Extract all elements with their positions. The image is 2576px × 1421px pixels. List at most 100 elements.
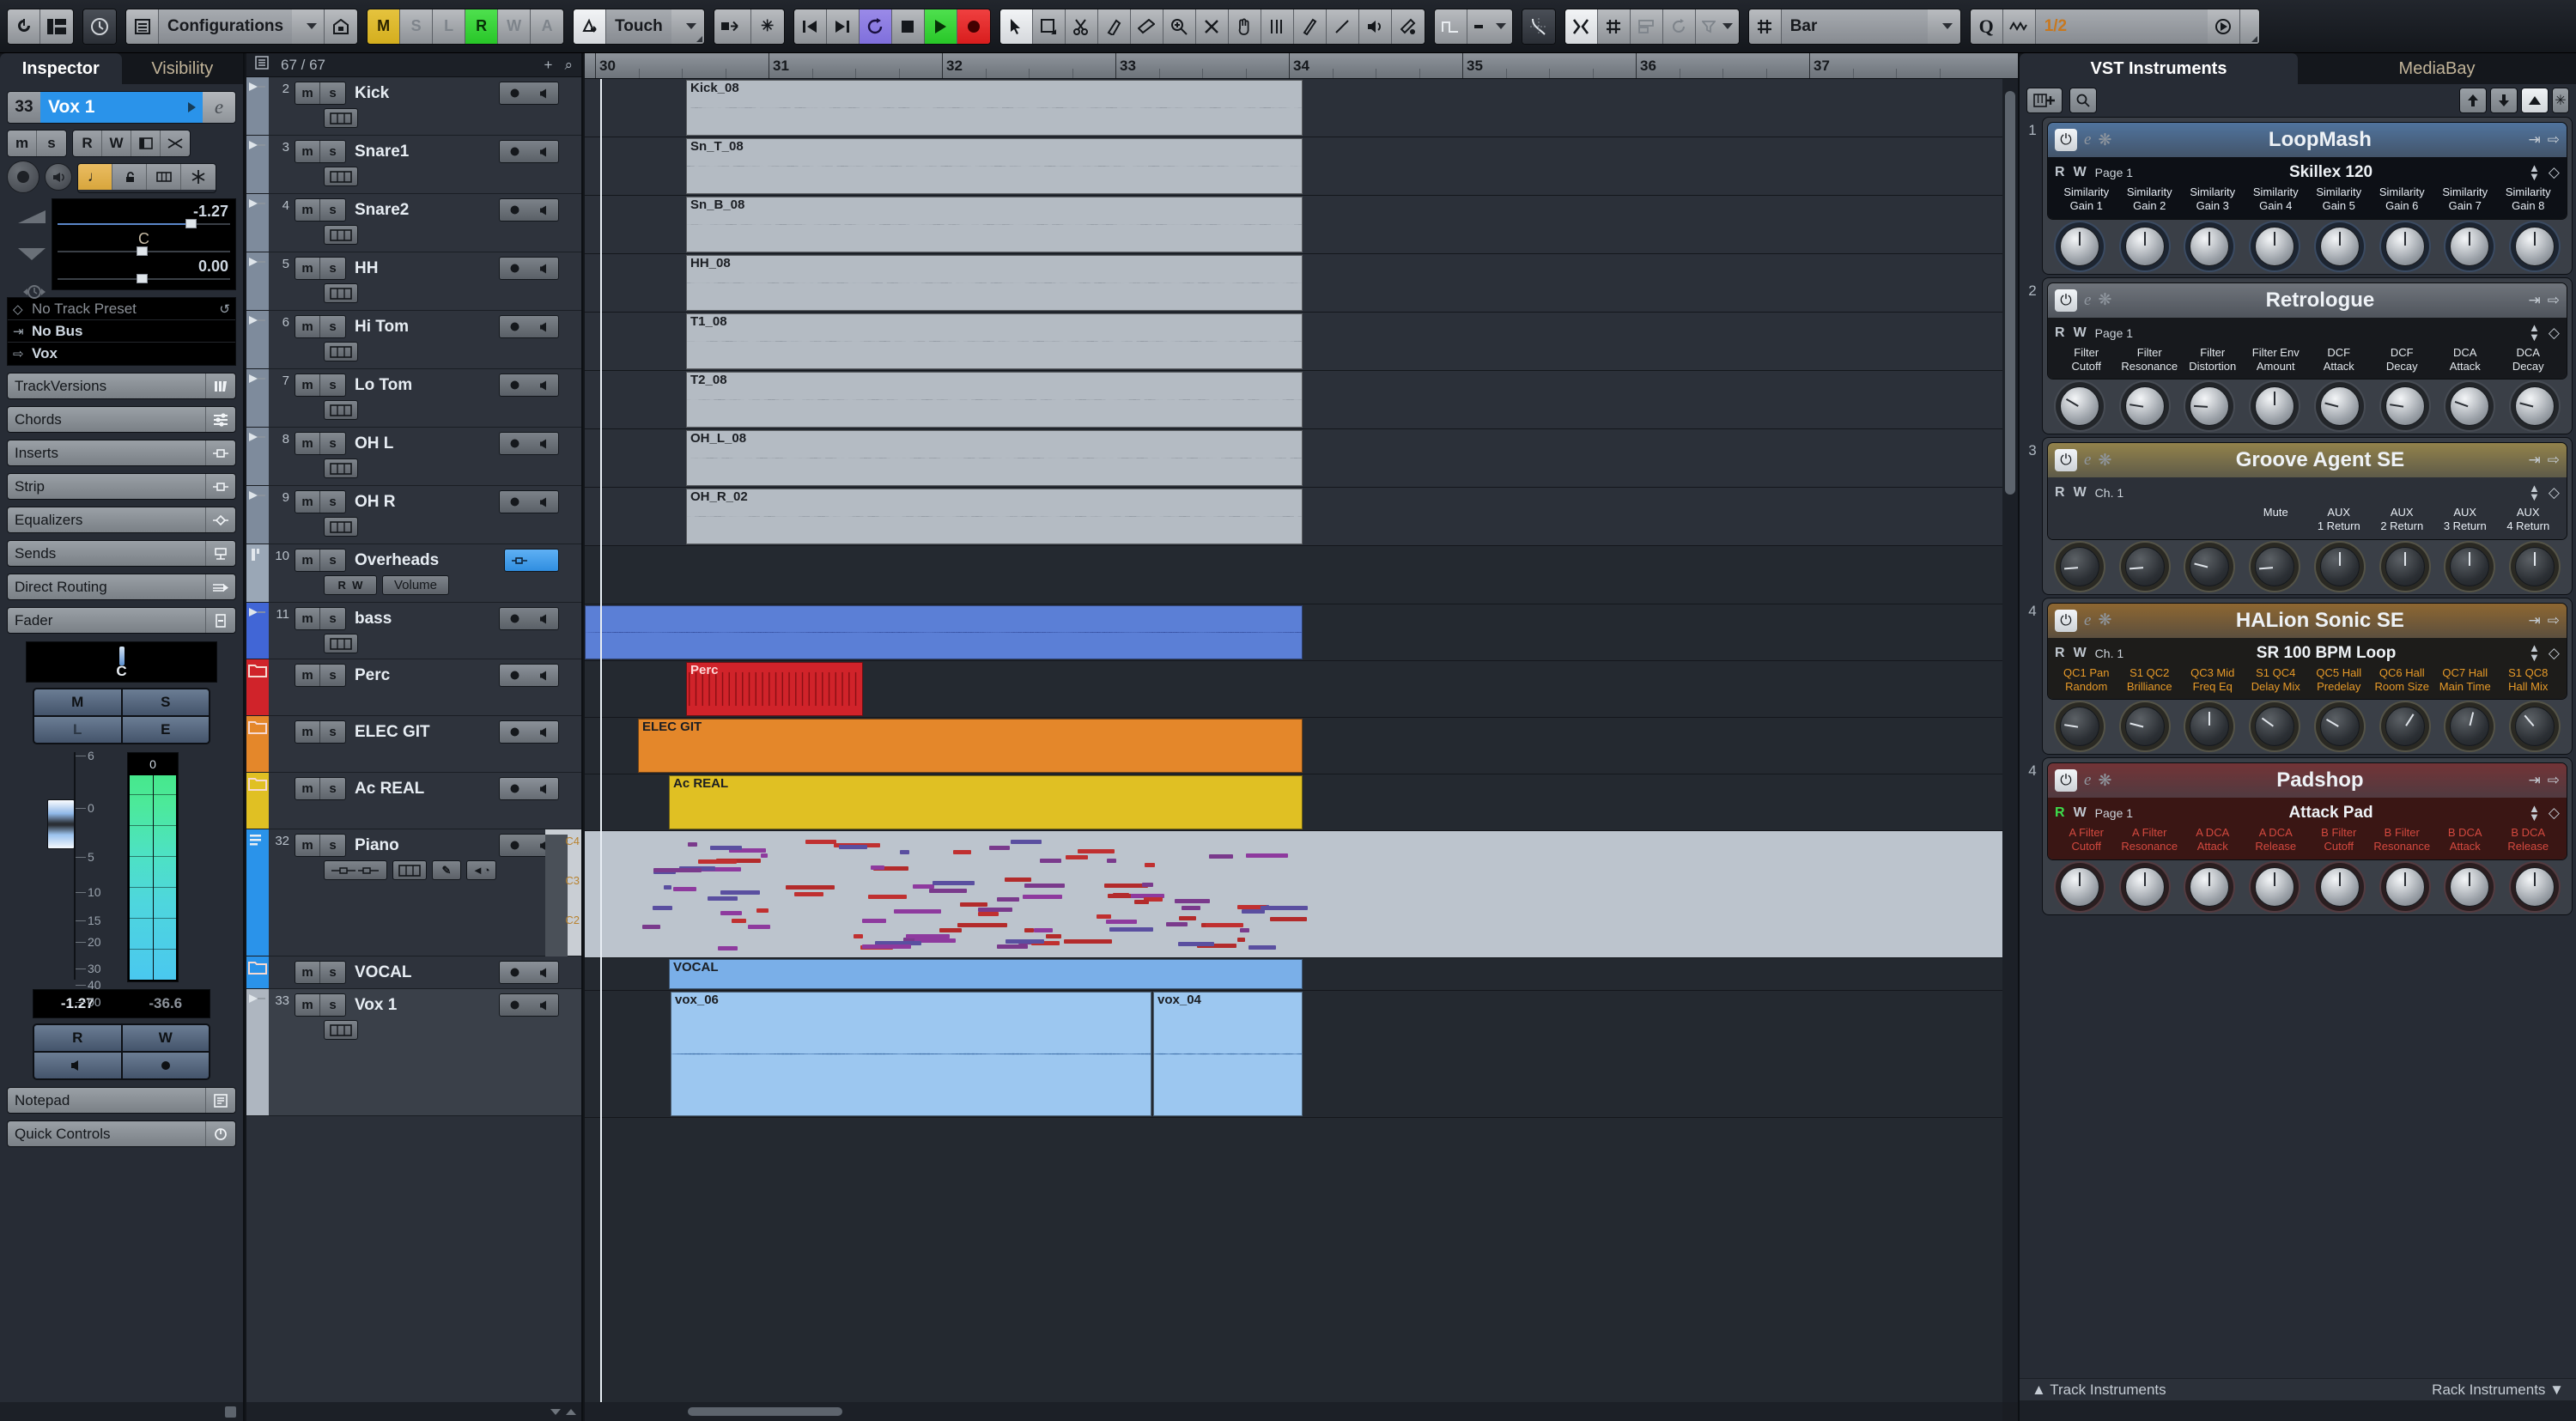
record-enable-icon[interactable] <box>500 433 529 454</box>
preset-updown-icon[interactable]: ▲ ▼ <box>2529 164 2540 182</box>
timeline-ruler[interactable]: 30 31 32 33 34 35 36 37 <box>585 53 2018 79</box>
glue-tool-icon[interactable] <box>1098 9 1131 44</box>
track-monitor-group[interactable] <box>499 315 559 338</box>
plugin-page-label[interactable]: Page 1 <box>2095 326 2133 340</box>
auto-mode-s[interactable]: S <box>400 9 433 44</box>
preset-updown-icon[interactable]: ▲ ▼ <box>2529 805 2540 823</box>
touch-mode-dropdown-icon[interactable] <box>671 9 704 44</box>
monitor-icon[interactable] <box>529 778 558 799</box>
output-routing-icon[interactable]: ⇨ <box>2548 772 2560 789</box>
move-up-icon[interactable] <box>2459 88 2487 113</box>
midi-note[interactable] <box>1046 934 1061 938</box>
comp-tool-icon[interactable] <box>1261 9 1294 44</box>
midi-note[interactable] <box>1107 859 1116 863</box>
snap-type-dropdown-icon[interactable] <box>1928 9 1960 44</box>
step-curve-icon[interactable] <box>1435 9 1467 44</box>
range-selection-tool-icon[interactable] <box>1033 9 1066 44</box>
monitor-icon[interactable] <box>529 608 558 629</box>
audio-clip[interactable]: VOCAL <box>669 959 1303 989</box>
crosshair-cursor-icon[interactable] <box>1522 9 1555 44</box>
track-color-strip[interactable] <box>246 773 269 829</box>
track-instruments-toggle[interactable]: ▲ Track Instruments <box>2032 1382 2166 1399</box>
midi-note[interactable] <box>1237 938 1245 942</box>
automation-parameter[interactable]: Volume <box>382 575 449 595</box>
track-monitor-group[interactable] <box>499 664 559 687</box>
parameter-knob[interactable] <box>2125 547 2165 586</box>
auto-mode-w[interactable]: W <box>498 9 531 44</box>
track-name[interactable]: Kick <box>351 84 389 103</box>
plugin-read-button[interactable]: R <box>2055 325 2065 341</box>
record-enable-icon[interactable] <box>500 82 529 104</box>
automation-punch-icon[interactable] <box>574 9 606 44</box>
arrange-horizontal-scrollbar[interactable] <box>585 1402 2002 1421</box>
preset-updown-icon[interactable]: ▲ ▼ <box>2529 324 2540 342</box>
track-name[interactable]: Snare1 <box>351 143 409 161</box>
record-enable-icon[interactable] <box>500 141 529 162</box>
read-automation-button[interactable]: R <box>73 131 102 156</box>
midi-note[interactable] <box>642 925 659 929</box>
rack-settings-icon[interactable]: ✳ <box>2552 88 2569 113</box>
write-automation-button[interactable]: W <box>102 131 131 156</box>
arrange-lane[interactable]: OH_R_02 <box>585 488 2002 546</box>
track-lanes-icon[interactable] <box>324 634 358 653</box>
monitor-icon[interactable] <box>529 994 558 1016</box>
midi-note[interactable] <box>1024 884 1064 888</box>
section-strip[interactable]: Strip <box>7 473 236 500</box>
parameter-knob[interactable] <box>2515 227 2555 266</box>
midi-note[interactable] <box>1106 920 1136 924</box>
parameter-knob[interactable] <box>2255 707 2294 746</box>
mute-tool-icon[interactable] <box>1196 9 1229 44</box>
midi-note[interactable] <box>978 912 999 916</box>
audio-clip[interactable]: OH_R_02 <box>686 489 1303 544</box>
parameter-knob[interactable] <box>2255 227 2294 266</box>
preset-browse-icon[interactable]: ◇ <box>2549 805 2560 822</box>
reset-preset-icon[interactable]: ↺ <box>219 301 230 317</box>
phase-invert-button[interactable] <box>161 131 190 156</box>
fader-solo-button[interactable]: S <box>123 689 210 715</box>
track-mute-button[interactable]: m <box>295 962 320 983</box>
track-mute-button[interactable]: m <box>295 82 320 104</box>
play-tool-icon[interactable] <box>1359 9 1392 44</box>
track-mute-button[interactable]: m <box>295 665 320 686</box>
record-enable-icon[interactable] <box>500 835 529 856</box>
plugin-write-button[interactable]: W <box>2074 325 2087 341</box>
track-solo-button[interactable]: s <box>320 316 345 337</box>
midi-note[interactable] <box>868 895 906 899</box>
track-color-strip[interactable] <box>246 136 269 193</box>
track-name[interactable]: ELEC GIT <box>351 723 430 742</box>
track-color-strip[interactable] <box>246 989 269 1115</box>
plugin-page-label[interactable]: Page 1 <box>2095 166 2133 179</box>
section-trackversions[interactable]: TrackVersions <box>7 373 236 399</box>
volume-slider[interactable]: -1.27 <box>58 202 230 229</box>
instrument-slot[interactable]: 4 ⏻ e ❋ Padshop ⇥ ⇨ R W Page 1 Attack Pad ▲ ▼ ◇ A Filt… <box>2023 757 2573 915</box>
record-enable-icon[interactable] <box>500 316 529 337</box>
track-row[interactable]: m s ELEC GIT <box>246 716 581 773</box>
midi-note[interactable] <box>862 919 886 923</box>
move-down-icon[interactable] <box>2490 88 2518 113</box>
plugin-write-button[interactable]: W <box>2074 485 2087 501</box>
midi-note[interactable] <box>929 889 967 893</box>
track-lanes-icon[interactable] <box>324 400 358 420</box>
midi-note[interactable] <box>1066 855 1088 859</box>
freeze-button[interactable] <box>181 164 216 190</box>
monitor-icon[interactable] <box>529 258 558 279</box>
midi-note[interactable] <box>698 859 737 864</box>
input-routing-icon[interactable]: ⇥ <box>2529 292 2541 309</box>
arrange-lane[interactable]: T1_08 <box>585 313 2002 371</box>
instrument-slot[interactable]: 1 ⏻ e ❋ LoopMash ⇥ ⇨ R W Page 1 Skillex 120 ▲ ▼ ◇ Simi… <box>2023 117 2573 275</box>
track-name[interactable]: Perc <box>351 666 390 685</box>
parameter-knob[interactable] <box>2320 867 2360 907</box>
audio-clip[interactable]: T1_08 <box>686 313 1303 369</box>
track-lanes-icon[interactable] <box>324 167 358 186</box>
track-row[interactable]: 6 m s Hi Tom <box>246 311 581 369</box>
parameter-knob[interactable] <box>2450 707 2489 746</box>
parameter-knob[interactable] <box>2190 707 2229 746</box>
quantize-panel-icon[interactable] <box>2240 9 2259 44</box>
midi-note[interactable] <box>1145 863 1155 867</box>
output-routing-icon[interactable]: ⇨ <box>2548 452 2560 469</box>
volume-fader-handle[interactable] <box>47 799 75 849</box>
fader-edit-button[interactable]: E <box>123 717 210 743</box>
track-lanes-icon[interactable] <box>324 108 358 128</box>
section-direct-routing[interactable]: Direct Routing <box>7 574 236 600</box>
constrain-delay-icon[interactable] <box>83 9 116 44</box>
